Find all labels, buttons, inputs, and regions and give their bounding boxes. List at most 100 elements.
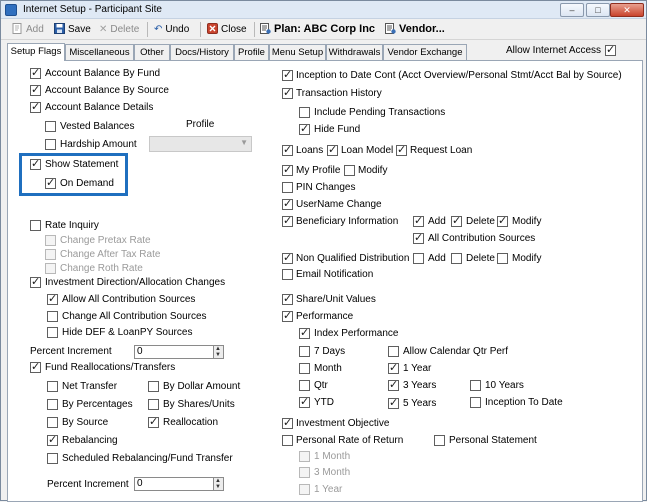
all-contribution-sources-checkbox[interactable] xyxy=(413,231,424,244)
percent-increment-2-input[interactable]: 0 xyxy=(134,477,214,491)
tab-setup-flags[interactable]: Setup Flags xyxy=(7,43,65,61)
inception-to-date-cont-checkbox[interactable] xyxy=(282,68,293,81)
change-roth-rate-checkbox[interactable] xyxy=(45,263,56,274)
delete-label: Delete xyxy=(110,24,140,35)
change-pretax-rate-checkbox[interactable] xyxy=(45,235,56,246)
prr-1-month-checkbox[interactable] xyxy=(299,451,310,462)
change-all-contribution-sources-label: Change All Contribution Sources xyxy=(62,311,207,322)
index-performance-checkbox[interactable] xyxy=(299,326,310,339)
email-notification-checkbox[interactable] xyxy=(282,269,293,280)
fund-reallocations-checkbox[interactable] xyxy=(30,360,41,373)
investment-direction-checkbox[interactable] xyxy=(30,275,41,288)
my-profile-label: My Profile xyxy=(296,165,341,176)
share-unit-values-checkbox[interactable] xyxy=(282,292,293,305)
personal-rate-of-return-checkbox[interactable] xyxy=(282,435,293,446)
tab-withdrawals[interactable]: Withdrawals xyxy=(326,44,383,61)
percent-increment-spinner[interactable]: ▲ ▼ xyxy=(213,345,224,359)
percent-increment-input[interactable]: 0 xyxy=(134,345,214,359)
tab-docs-history[interactable]: Docs/History xyxy=(170,44,234,61)
hardship-amount-checkbox[interactable] xyxy=(45,139,56,150)
profile-dropdown[interactable]: ▼ xyxy=(149,136,252,152)
add-button[interactable]: Add xyxy=(12,22,44,37)
rebalancing-checkbox[interactable] xyxy=(47,433,58,446)
month-checkbox[interactable] xyxy=(299,363,310,374)
my-profile-modify-checkbox[interactable] xyxy=(344,165,355,176)
three-years-checkbox[interactable] xyxy=(388,378,399,391)
by-percentages-checkbox[interactable] xyxy=(47,399,58,410)
by-shares-units-checkbox[interactable] xyxy=(148,399,159,410)
account-balance-by-fund-checkbox[interactable] xyxy=(30,66,41,79)
five-years-checkbox[interactable] xyxy=(388,396,399,409)
app-icon xyxy=(5,4,17,16)
tab-menu-setup[interactable]: Menu Setup xyxy=(269,44,326,61)
fund-reallocations-label: Fund Reallocations/Transfers xyxy=(45,362,176,373)
my-profile-checkbox[interactable] xyxy=(282,163,293,176)
non-qualified-distribution-checkbox[interactable] xyxy=(282,251,293,264)
personal-statement-checkbox[interactable] xyxy=(434,435,445,446)
one-year-checkbox[interactable] xyxy=(388,361,399,374)
beneficiary-add-checkbox[interactable] xyxy=(413,214,424,227)
rate-inquiry-checkbox[interactable] xyxy=(30,220,41,231)
inception-to-date-perf-checkbox[interactable] xyxy=(470,397,481,408)
allow-all-contribution-sources-checkbox[interactable] xyxy=(47,292,58,305)
on-demand-checkbox[interactable] xyxy=(45,176,56,189)
nqd-delete-checkbox[interactable] xyxy=(451,253,462,264)
allow-calendar-qtr-perf-checkbox[interactable] xyxy=(388,346,399,357)
add-icon xyxy=(12,23,22,34)
beneficiary-information-checkbox[interactable] xyxy=(282,214,293,227)
vendor-button[interactable]: Vendor... xyxy=(385,22,445,37)
show-statement-checkbox[interactable] xyxy=(30,157,41,170)
loans-checkbox[interactable] xyxy=(282,143,293,156)
nqd-delete-label: Delete xyxy=(466,253,495,264)
save-icon xyxy=(54,23,65,34)
vested-balances-checkbox[interactable] xyxy=(45,121,56,132)
ytd-checkbox[interactable] xyxy=(299,395,310,408)
tab-other[interactable]: Other xyxy=(134,44,170,61)
ten-years-checkbox[interactable] xyxy=(470,380,481,391)
hide-def-loanpy-checkbox[interactable] xyxy=(47,327,58,338)
tab-vendor-exchange[interactable]: Vendor Exchange xyxy=(383,44,467,61)
beneficiary-delete-checkbox[interactable] xyxy=(451,214,462,227)
include-pending-label: Include Pending Transactions xyxy=(314,107,446,118)
seven-days-checkbox[interactable] xyxy=(299,346,310,357)
loan-model-checkbox[interactable] xyxy=(327,143,338,156)
beneficiary-modify-checkbox[interactable] xyxy=(497,214,508,227)
account-balance-details-checkbox[interactable] xyxy=(30,100,41,113)
by-dollar-amount-checkbox[interactable] xyxy=(148,381,159,392)
transaction-history-checkbox[interactable] xyxy=(282,86,293,99)
username-change-checkbox[interactable] xyxy=(282,197,293,210)
close-window-button[interactable]: ✕ xyxy=(610,3,644,17)
toolbar-separator xyxy=(200,22,201,37)
by-source-checkbox[interactable] xyxy=(47,417,58,428)
tab-miscellaneous[interactable]: Miscellaneous xyxy=(65,44,134,61)
delete-button[interactable]: ✕ Delete xyxy=(99,22,139,37)
scheduled-rebalancing-checkbox[interactable] xyxy=(47,453,58,464)
request-loan-checkbox[interactable] xyxy=(396,143,407,156)
performance-checkbox[interactable] xyxy=(282,309,293,322)
undo-button[interactable]: ↶ Undo xyxy=(154,22,189,37)
maximize-button[interactable]: □ xyxy=(586,3,610,17)
net-transfer-checkbox[interactable] xyxy=(47,381,58,392)
tab-profile[interactable]: Profile xyxy=(234,44,269,61)
qtr-checkbox[interactable] xyxy=(299,380,310,391)
save-button[interactable]: Save xyxy=(54,22,91,37)
close-button[interactable]: Close xyxy=(207,22,247,37)
account-balance-by-source-checkbox[interactable] xyxy=(30,83,41,96)
change-after-tax-rate-checkbox[interactable] xyxy=(45,249,56,260)
minimize-button[interactable]: – xyxy=(560,3,584,17)
pin-changes-checkbox[interactable] xyxy=(282,182,293,193)
share-unit-values-label: Share/Unit Values xyxy=(296,294,376,305)
nqd-add-checkbox[interactable] xyxy=(413,253,424,264)
prr-1-year-checkbox[interactable] xyxy=(299,484,310,495)
investment-objective-checkbox[interactable] xyxy=(282,416,293,429)
plan-button[interactable]: Plan: ABC Corp Inc xyxy=(260,22,375,37)
nqd-modify-checkbox[interactable] xyxy=(497,253,508,264)
allow-internet-access-checkbox[interactable] xyxy=(605,43,616,56)
reallocation-checkbox[interactable] xyxy=(148,415,159,428)
include-pending-checkbox[interactable] xyxy=(299,107,310,118)
percent-increment-2-spinner[interactable]: ▲ ▼ xyxy=(213,477,224,491)
prr-3-month-checkbox[interactable] xyxy=(299,467,310,478)
change-all-contribution-sources-checkbox[interactable] xyxy=(47,311,58,322)
hide-fund-checkbox[interactable] xyxy=(299,122,310,135)
transaction-history-label: Transaction History xyxy=(296,88,382,99)
